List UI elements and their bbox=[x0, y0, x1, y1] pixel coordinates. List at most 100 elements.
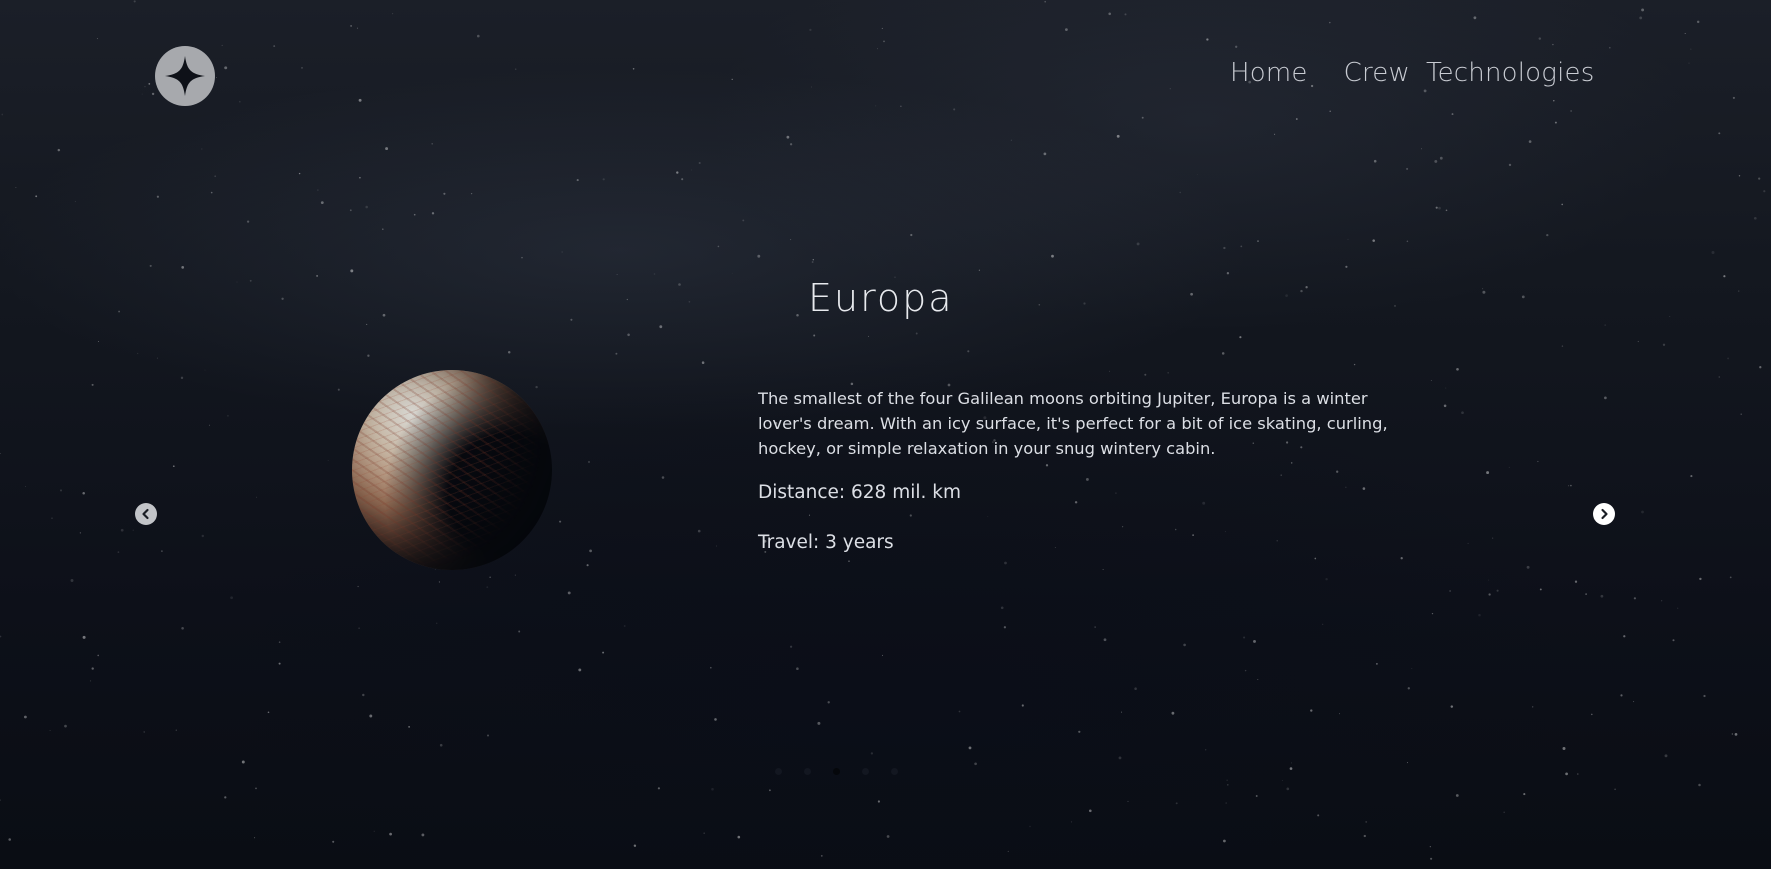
star bbox=[877, 800, 881, 803]
star bbox=[1406, 762, 1409, 764]
star bbox=[224, 66, 228, 70]
carousel-prev-button[interactable] bbox=[135, 503, 157, 525]
carousel-indicator-dot[interactable] bbox=[775, 768, 782, 775]
star bbox=[1054, 547, 1056, 548]
star bbox=[224, 796, 227, 799]
star bbox=[141, 93, 143, 95]
star bbox=[1406, 167, 1409, 170]
star bbox=[25, 486, 27, 487]
star bbox=[1244, 669, 1247, 672]
star bbox=[49, 729, 51, 732]
star bbox=[1206, 38, 1209, 41]
star bbox=[1763, 190, 1766, 193]
star bbox=[226, 414, 229, 417]
carousel-indicator-dot[interactable] bbox=[891, 768, 898, 775]
star bbox=[1224, 531, 1226, 533]
star bbox=[796, 313, 799, 317]
destination-distance: Distance: 628 mil. km bbox=[758, 482, 961, 503]
star bbox=[1124, 13, 1127, 16]
nav-crew-link[interactable]: Crew bbox=[1344, 58, 1410, 88]
star bbox=[1021, 704, 1024, 707]
carousel-next-button[interactable] bbox=[1593, 503, 1615, 525]
star bbox=[1421, 148, 1423, 150]
star bbox=[382, 313, 386, 317]
star bbox=[1108, 12, 1111, 16]
star bbox=[392, 13, 394, 15]
star bbox=[1456, 367, 1459, 371]
star bbox=[1314, 557, 1317, 560]
star bbox=[1473, 16, 1477, 20]
star bbox=[910, 233, 913, 237]
star bbox=[1291, 762, 1292, 764]
star bbox=[1574, 580, 1578, 583]
star bbox=[1305, 286, 1308, 289]
star bbox=[1546, 233, 1549, 237]
star bbox=[1336, 470, 1339, 473]
star bbox=[1461, 411, 1464, 415]
star bbox=[132, 529, 135, 532]
star bbox=[8, 838, 11, 841]
star bbox=[201, 148, 203, 150]
star bbox=[267, 711, 270, 714]
star bbox=[1731, 733, 1733, 735]
star bbox=[769, 789, 771, 792]
star bbox=[89, 680, 92, 682]
star bbox=[623, 625, 626, 627]
star bbox=[1430, 380, 1432, 381]
star bbox=[1227, 784, 1229, 786]
star bbox=[1144, 373, 1147, 376]
star bbox=[1141, 116, 1144, 119]
nav-home-link[interactable]: Home bbox=[1230, 58, 1308, 88]
star bbox=[51, 517, 53, 519]
star bbox=[181, 627, 184, 630]
star bbox=[1167, 372, 1169, 374]
carousel-indicator-dot[interactable] bbox=[862, 768, 869, 775]
star bbox=[1664, 754, 1668, 758]
star bbox=[953, 108, 956, 111]
star bbox=[688, 300, 691, 303]
nav-technologies-link[interactable]: Technologies bbox=[1426, 58, 1595, 88]
carousel-indicator-dot[interactable] bbox=[804, 768, 811, 775]
star bbox=[1565, 772, 1568, 776]
star bbox=[148, 83, 151, 85]
star bbox=[24, 715, 27, 719]
star bbox=[559, 520, 562, 523]
star bbox=[443, 192, 446, 195]
star bbox=[1103, 638, 1107, 642]
star bbox=[144, 86, 146, 88]
star bbox=[74, 200, 77, 203]
star bbox=[811, 86, 812, 88]
star bbox=[1585, 593, 1587, 595]
star bbox=[1698, 783, 1701, 787]
star bbox=[883, 40, 885, 43]
star bbox=[1226, 272, 1230, 275]
star bbox=[161, 550, 163, 552]
star bbox=[710, 666, 712, 669]
star bbox=[35, 195, 38, 198]
planet-surface-texture bbox=[352, 370, 552, 570]
star bbox=[143, 731, 145, 733]
star bbox=[1051, 254, 1054, 258]
star bbox=[1503, 811, 1506, 814]
star bbox=[877, 48, 879, 50]
star bbox=[332, 840, 335, 843]
star bbox=[978, 269, 980, 271]
star bbox=[1174, 528, 1177, 531]
star bbox=[1455, 794, 1459, 797]
star bbox=[1000, 606, 1004, 610]
star bbox=[1257, 240, 1259, 242]
destination-title: Europa bbox=[808, 276, 954, 320]
star bbox=[915, 332, 918, 335]
star bbox=[589, 549, 592, 553]
logo[interactable] bbox=[155, 46, 215, 106]
star bbox=[1253, 639, 1256, 643]
star bbox=[1205, 749, 1207, 751]
star bbox=[1074, 501, 1078, 504]
carousel-indicator-dot[interactable] bbox=[833, 768, 840, 775]
star bbox=[1183, 643, 1186, 647]
star bbox=[1226, 779, 1228, 781]
star bbox=[808, 514, 811, 516]
star bbox=[875, 105, 877, 107]
star bbox=[615, 352, 618, 355]
star bbox=[789, 143, 793, 146]
